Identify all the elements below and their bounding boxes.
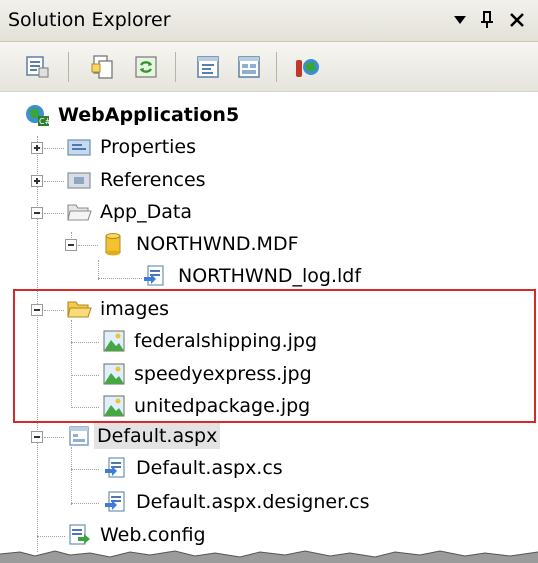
node-label: App_Data	[100, 201, 192, 223]
tree-guide-line	[44, 148, 64, 149]
panel-title: Solution Explorer	[8, 9, 171, 31]
node-label: Default.aspx	[94, 423, 221, 449]
tree-guide-line	[37, 136, 38, 552]
image-file-icon	[101, 362, 127, 386]
log-file-icon	[142, 264, 168, 288]
tree-guide-line	[98, 260, 99, 280]
code-file-icon	[103, 456, 129, 480]
toolbar-separator	[276, 52, 277, 82]
config-file-icon	[66, 523, 92, 547]
tree-guide-line	[71, 447, 72, 505]
tree-guide-line	[71, 469, 99, 470]
view-code-icon[interactable]	[193, 52, 223, 82]
properties-icon[interactable]	[22, 52, 52, 82]
tree-guide-line	[44, 310, 64, 311]
database-icon	[100, 232, 126, 256]
tree-guide-line	[71, 320, 72, 408]
code-file-icon	[103, 490, 129, 514]
toolbar-separator	[175, 52, 176, 82]
toolbar-separator	[68, 52, 69, 82]
tree-guide-line	[71, 503, 99, 504]
node-label: speedyexpress.jpg	[134, 363, 312, 385]
web-form-icon	[66, 424, 92, 448]
show-all-files-icon[interactable]	[88, 52, 118, 82]
tree-guide-line	[71, 342, 99, 343]
references-folder-icon	[66, 168, 92, 192]
node-label: NORTHWND.MDF	[136, 233, 299, 255]
collapse-northwnd-toggle[interactable]	[65, 239, 77, 251]
node-label: Properties	[100, 136, 197, 158]
tree-guide-line	[44, 213, 64, 214]
close-icon[interactable]	[504, 6, 530, 34]
node-label: images	[100, 298, 170, 320]
panel-title-bar: Solution Explorer	[0, 0, 538, 42]
collapse-images-toggle[interactable]	[31, 304, 43, 316]
node-label: Default.aspx.designer.cs	[136, 491, 370, 513]
torn-edge-decoration	[0, 550, 538, 563]
collapse-app-data-toggle[interactable]	[31, 207, 43, 219]
tree-guide-line	[78, 245, 98, 246]
expand-properties-toggle[interactable]	[31, 142, 43, 154]
node-label: NORTHWND_log.ldf	[178, 265, 362, 287]
web-project-icon: C#	[24, 103, 52, 127]
collapse-default-aspx-toggle[interactable]	[31, 431, 43, 443]
folder-open-icon	[66, 297, 92, 321]
solution-tree: C# WebApplication5 Properties References	[0, 92, 538, 552]
copy-website-icon[interactable]	[292, 52, 322, 82]
auto-hide-pin-icon[interactable]	[474, 6, 500, 34]
view-designer-icon[interactable]	[234, 52, 264, 82]
solution-explorer-toolbar	[0, 42, 538, 92]
tree-guide-line	[71, 375, 99, 376]
svg-text:C#: C#	[39, 117, 50, 126]
tree-guide-line	[44, 437, 64, 438]
tree-guide-line	[71, 407, 99, 408]
node-label: federalshipping.jpg	[134, 330, 318, 352]
tree-guide-line	[44, 181, 64, 182]
window-position-dropdown-icon[interactable]	[447, 6, 473, 34]
expand-references-toggle[interactable]	[31, 175, 43, 187]
node-label: References	[100, 169, 206, 191]
image-file-icon	[101, 394, 127, 418]
refresh-icon[interactable]	[131, 52, 161, 82]
project-name: WebApplication5	[58, 104, 240, 126]
node-label: Default.aspx.cs	[136, 457, 283, 479]
node-label: unitedpackage.jpg	[134, 395, 311, 417]
tree-guide-line	[37, 536, 65, 537]
tree-guide-line	[98, 278, 142, 279]
folder-open-icon	[66, 200, 92, 224]
node-label: Web.config	[100, 524, 206, 546]
properties-folder-icon	[66, 135, 92, 159]
image-file-icon	[101, 329, 127, 353]
